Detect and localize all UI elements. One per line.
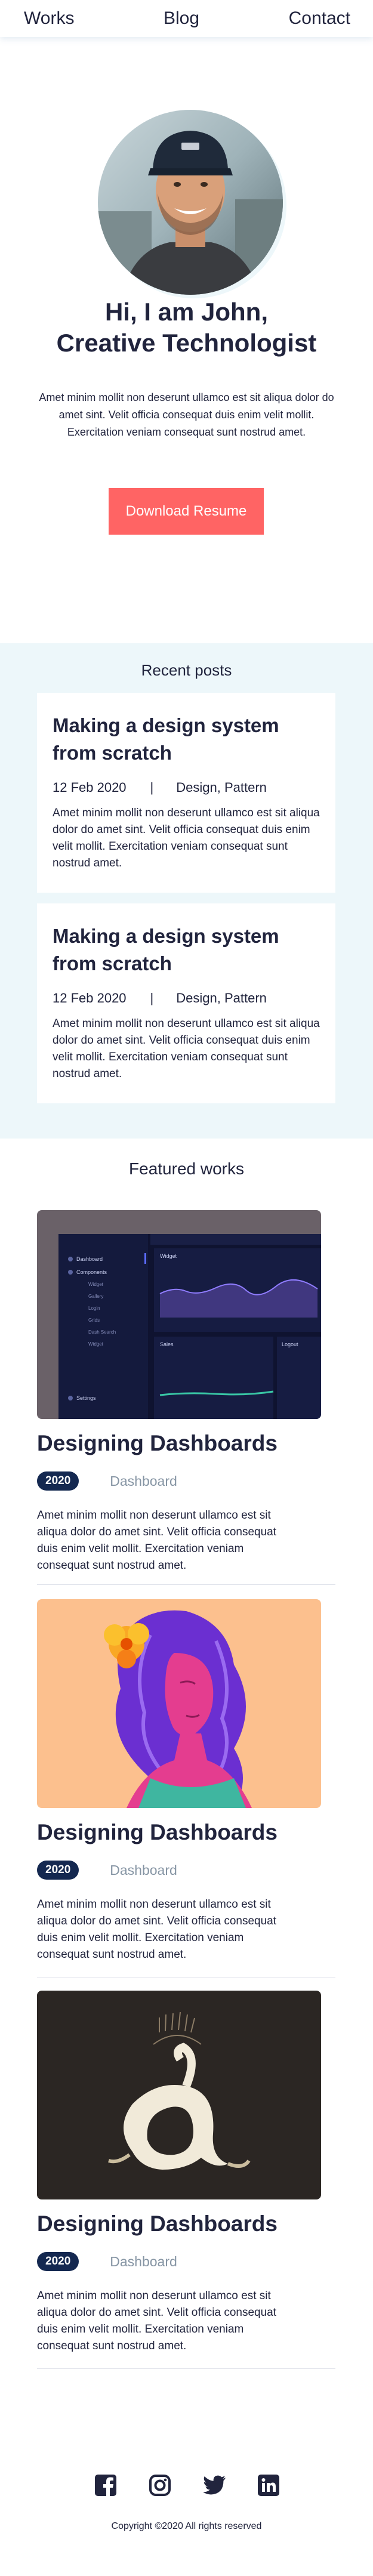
recent-posts-heading: Recent posts xyxy=(141,661,232,679)
year-badge: 2020 xyxy=(37,2252,79,2271)
work-meta: 2020 Dashboard xyxy=(37,1861,335,1880)
hero-description: Amet minim mollit non deserunt ullamco e… xyxy=(39,391,334,438)
post-date: 12 Feb 2020 xyxy=(53,991,127,1005)
work-title[interactable]: Designing Dashboards xyxy=(37,1820,335,1845)
post-excerpt: Amet minim mollit non deserunt ullamco e… xyxy=(53,1017,320,1080)
submenu-widget: Widget xyxy=(88,1282,104,1287)
post-title[interactable]: Making a design system from scratch xyxy=(53,923,320,977)
year-badge: 2020 xyxy=(37,1471,79,1491)
submenu-gallery: Gallery xyxy=(88,1294,103,1299)
submenu-login: Login xyxy=(88,1306,100,1311)
avatar xyxy=(98,110,283,295)
work-item[interactable]: Designing Dashboards 2020 Dashboard Amet… xyxy=(37,1991,335,2369)
recent-posts-section: Recent posts Making a design system from… xyxy=(0,643,373,1139)
tile-logout: Logout xyxy=(282,1341,298,1347)
work-category: Dashboard xyxy=(110,1473,177,1489)
footer: Copyright ©2020 All rights reserved xyxy=(0,2447,373,2576)
work-title[interactable]: Designing Dashboards xyxy=(37,2211,335,2236)
woman-illustration-image xyxy=(37,1599,321,1808)
twitter-icon[interactable] xyxy=(202,2473,226,2497)
post-card[interactable]: Making a design system from scratch 12 F… xyxy=(37,903,335,1103)
menu-dashboard: Dashboard xyxy=(76,1256,103,1262)
linkedin-icon[interactable] xyxy=(257,2473,280,2497)
submenu-widget-2: Widget xyxy=(88,1341,104,1347)
work-thumbnail[interactable]: Dashboard Components Widget Gallery Logi… xyxy=(37,1210,321,1419)
submenu-dash-search: Dash Search xyxy=(88,1329,116,1335)
profile-photo xyxy=(98,110,283,295)
hero-title-line1: Hi, I am John, xyxy=(104,298,269,326)
facebook-icon[interactable] xyxy=(94,2473,118,2497)
social-links xyxy=(94,2473,280,2497)
work-meta: 2020 Dashboard xyxy=(37,1471,335,1491)
post-title[interactable]: Making a design system from scratch xyxy=(53,712,320,767)
featured-works-section: Featured works Dashboard Components Widg… xyxy=(0,1139,373,2369)
work-category: Dashboard xyxy=(110,2253,177,2269)
work-description: Amet minim mollit non deserunt ullamco e… xyxy=(37,1509,277,1572)
work-category: Dashboard xyxy=(110,1862,177,1878)
meta-separator: | xyxy=(150,780,154,795)
tile-sales: Sales xyxy=(160,1341,174,1347)
post-meta: 12 Feb 2020 | Design, Pattern xyxy=(53,991,320,1006)
meta-separator: | xyxy=(150,991,154,1005)
nav-works-link[interactable]: Works xyxy=(24,8,74,29)
post-tags: Design, Pattern xyxy=(176,780,267,795)
work-title[interactable]: Designing Dashboards xyxy=(37,1431,335,1456)
work-item[interactable]: Dashboard Components Widget Gallery Logi… xyxy=(37,1210,335,1585)
post-card[interactable]: Making a design system from scratch 12 F… xyxy=(37,693,335,893)
year-badge: 2020 xyxy=(37,1861,79,1880)
letter-a-typography-image xyxy=(37,1991,321,2199)
post-tags: Design, Pattern xyxy=(176,991,267,1005)
nav-contact-link[interactable]: Contact xyxy=(289,8,350,29)
work-thumbnail[interactable] xyxy=(37,1991,321,2199)
work-meta: 2020 Dashboard xyxy=(37,2252,335,2271)
post-excerpt: Amet minim mollit non deserunt ullamco e… xyxy=(53,807,320,869)
hero-title: Hi, I am John, Creative Technologist xyxy=(0,297,373,359)
hero-section: Hi, I am John, Creative Technologist Ame… xyxy=(0,37,373,643)
featured-works-heading: Featured works xyxy=(129,1159,244,1178)
work-description: Amet minim mollit non deserunt ullamco e… xyxy=(37,2290,277,2352)
work-thumbnail[interactable] xyxy=(37,1599,321,1808)
dashboard-screenshot-image: Dashboard Components Widget Gallery Logi… xyxy=(37,1210,321,1419)
nav-blog-link[interactable]: Blog xyxy=(164,8,199,29)
work-description: Amet minim mollit non deserunt ullamco e… xyxy=(37,1898,277,1961)
instagram-icon[interactable] xyxy=(148,2473,172,2497)
hero-title-line2: Creative Technologist xyxy=(56,329,317,357)
download-resume-button[interactable]: Download Resume xyxy=(109,488,264,535)
post-date: 12 Feb 2020 xyxy=(53,780,127,795)
menu-components: Components xyxy=(76,1269,107,1275)
work-item[interactable]: Designing Dashboards 2020 Dashboard Amet… xyxy=(37,1599,335,1977)
post-meta: 12 Feb 2020 | Design, Pattern xyxy=(53,780,320,795)
submenu-grids: Grids xyxy=(88,1318,100,1323)
tile-widget: Widget xyxy=(160,1253,177,1259)
top-nav: Works Blog Contact xyxy=(0,0,373,37)
menu-settings: Settings xyxy=(76,1395,96,1401)
copyright-text: Copyright ©2020 All rights reserved xyxy=(111,2521,262,2531)
